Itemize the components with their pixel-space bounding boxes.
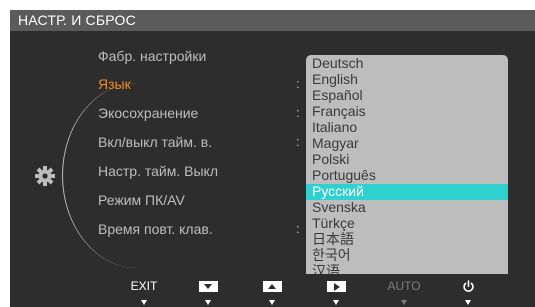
- button-pointer-icon: [401, 300, 407, 305]
- language-option[interactable]: Svenska: [306, 200, 508, 216]
- button-pointer-icon: [465, 300, 471, 305]
- menu-item-language[interactable]: Язык: [98, 74, 131, 94]
- language-option[interactable]: Polski: [306, 152, 508, 168]
- osd-title: НАСТР. И СБРОС: [10, 10, 535, 31]
- language-option[interactable]: Italiano: [306, 120, 508, 136]
- menu-item-off-timer-setting[interactable]: Настр. тайм. Выкл: [98, 161, 218, 181]
- up-arrow-icon: [262, 280, 282, 292]
- menu-item-pc-av-mode[interactable]: Режим ПК/AV: [98, 190, 185, 210]
- down-arrow-icon: [198, 280, 218, 292]
- enter-button[interactable]: [316, 274, 356, 307]
- language-option[interactable]: Português: [306, 168, 508, 184]
- power-icon: [462, 279, 474, 292]
- language-option[interactable]: 한국어: [306, 248, 508, 264]
- down-button[interactable]: [188, 274, 228, 307]
- language-option[interactable]: 日本語: [306, 232, 508, 248]
- menu-item-key-repeat-time[interactable]: Время повт. клав.: [98, 219, 213, 239]
- language-option[interactable]: English: [306, 72, 508, 88]
- language-option[interactable]: Français: [306, 104, 508, 120]
- language-option[interactable]: Deutsch: [306, 56, 508, 72]
- menu-item-factory-reset[interactable]: Фабр. настройки: [98, 46, 206, 66]
- language-dropdown[interactable]: Deutsch English Español Français Italian…: [306, 55, 508, 283]
- exit-button[interactable]: EXIT: [124, 274, 164, 307]
- menu-colon: :: [296, 134, 300, 149]
- button-pointer-icon: [205, 300, 211, 305]
- menu-item-off-timer-toggle[interactable]: Вкл/выкл тайм. в.: [98, 132, 212, 152]
- up-button[interactable]: [252, 274, 292, 307]
- button-pointer-icon: [269, 300, 275, 305]
- button-guide-bar: EXIT AUTO: [10, 274, 535, 307]
- auto-button[interactable]: AUTO: [384, 274, 424, 307]
- menu-colon: :: [296, 221, 300, 236]
- power-button[interactable]: [448, 274, 488, 307]
- menu-colon: :: [296, 76, 300, 91]
- button-pointer-icon: [333, 300, 339, 305]
- menu-item-eco-saving[interactable]: Экосохранение: [98, 103, 198, 123]
- osd-panel: Фабр. настройки Язык : Экосохранение : В…: [10, 31, 535, 286]
- exit-label: EXIT: [130, 279, 158, 293]
- language-option[interactable]: Magyar: [306, 136, 508, 152]
- menu-colon: :: [296, 105, 300, 120]
- auto-label: AUTO: [387, 279, 421, 293]
- language-option[interactable]: Türkçe: [306, 216, 508, 232]
- osd-window: НАСТР. И СБРОС Фабр. настройки Язык : Эк…: [10, 10, 535, 307]
- language-option[interactable]: Español: [306, 88, 508, 104]
- right-arrow-icon: [326, 280, 346, 292]
- gear-icon: [35, 166, 55, 186]
- language-option-selected[interactable]: Русский: [306, 184, 508, 200]
- button-pointer-icon: [141, 300, 147, 305]
